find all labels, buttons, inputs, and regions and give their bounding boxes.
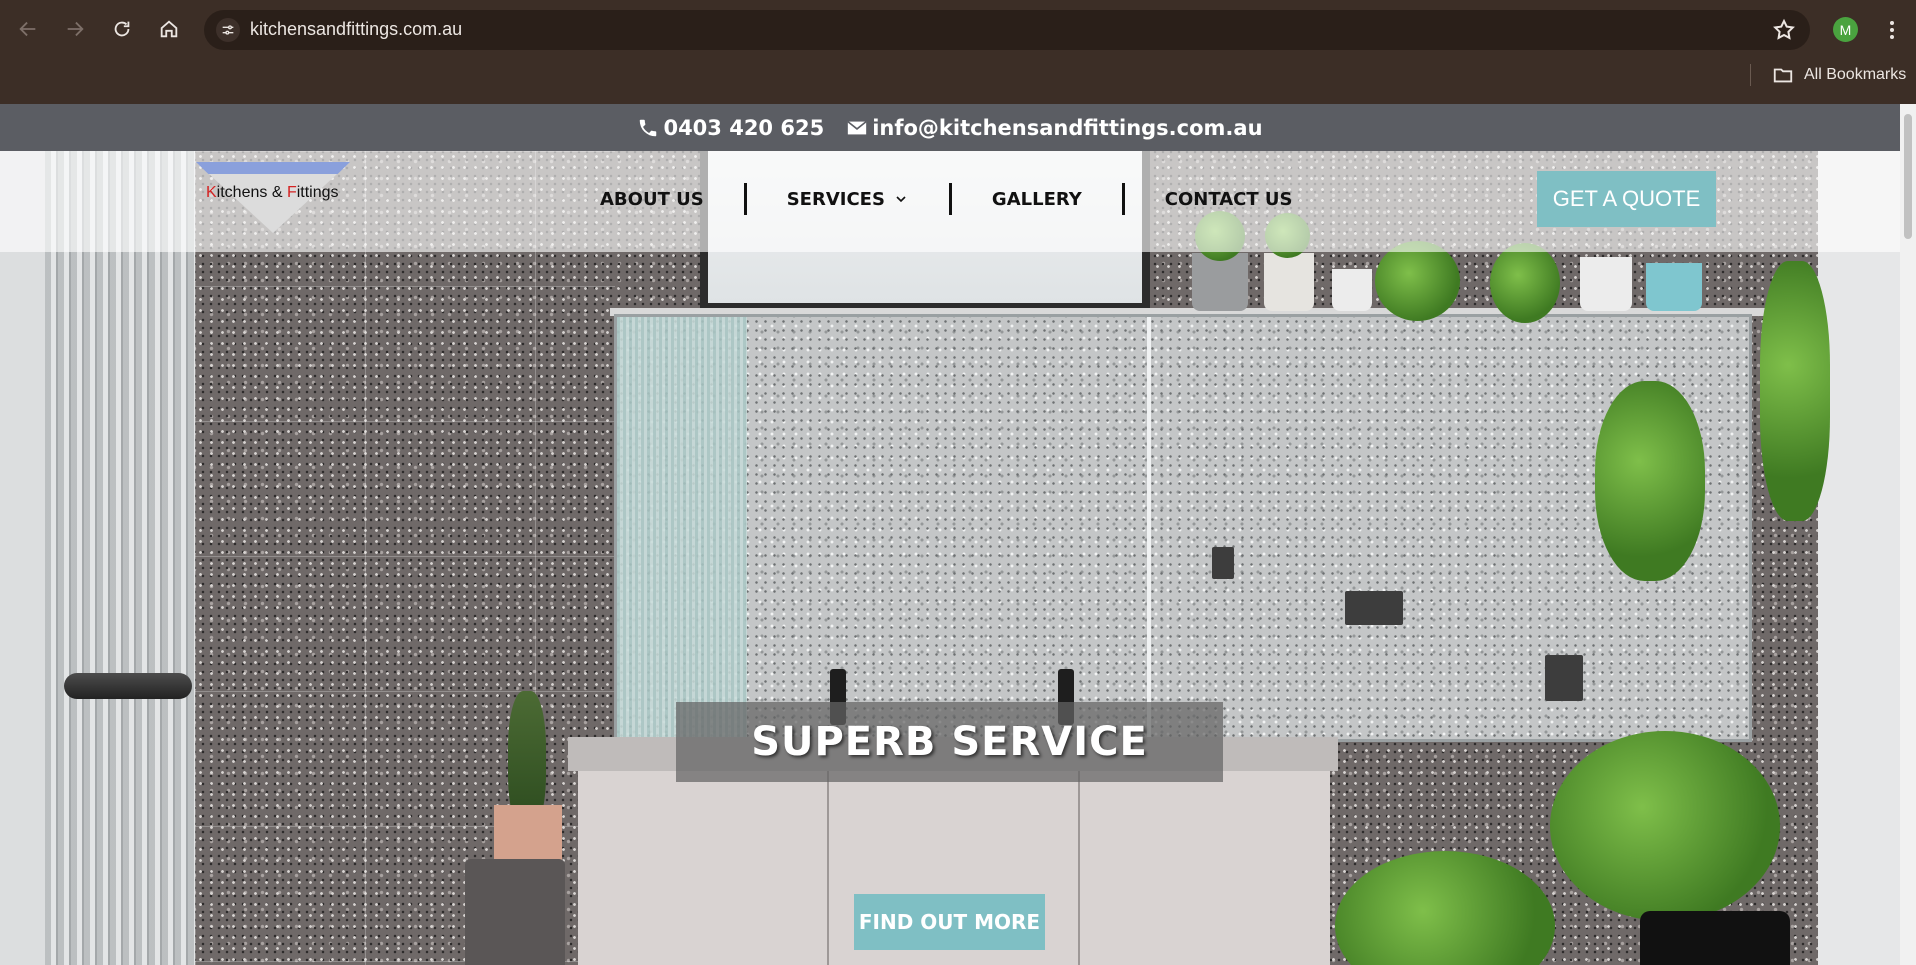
url-text[interactable]: kitchensandfittings.com.au [250,19,462,40]
profile-avatar[interactable]: M [1833,17,1858,42]
forward-icon [67,21,84,37]
nav-about-us[interactable]: ABOUT US [560,189,744,210]
get-a-quote-button[interactable]: GET A QUOTE [1537,171,1716,227]
reload-button[interactable] [104,11,140,47]
bookmark-star-icon[interactable] [1772,18,1796,42]
all-bookmarks-button[interactable]: All Bookmarks [1772,64,1906,86]
stool [465,859,565,965]
home-button[interactable] [151,11,187,47]
site-logo[interactable]: Kitchens & Fittings [196,162,350,233]
nav-contact-us[interactable]: CONTACT US [1125,189,1333,210]
chevron-down-icon [896,196,906,203]
reload-icon [114,21,130,37]
site-header: Kitchens & Fittings ABOUT US SERVICES GA… [0,151,1900,252]
light-switch [1212,547,1234,579]
pot [1580,257,1632,311]
hanging-plant [1760,261,1830,521]
nav-services[interactable]: SERVICES [747,189,949,210]
pot [1332,269,1372,311]
browser-chrome: kitchensandfittings.com.au M All Bookmar… [0,0,1916,104]
nav-gallery[interactable]: GALLERY [952,189,1122,210]
kebab-menu-icon[interactable] [1880,16,1904,44]
find-out-more-button[interactable]: FIND OUT MORE [854,894,1045,950]
wall-switch [1545,655,1583,701]
pot [1192,253,1248,311]
nav-services-label: SERVICES [786,188,885,210]
slide-title: SUPERB SERVICE [676,702,1223,782]
email-address: info@kitchensandfittings.com.au [872,115,1263,140]
scrollbar-thumb[interactable] [1904,114,1912,239]
site-info-icon [222,25,234,35]
floor-plant [1550,731,1780,921]
black-planter [1640,911,1790,965]
address-bar[interactable]: kitchensandfittings.com.au [204,10,1810,50]
hanging-plant [1595,381,1705,581]
back-button[interactable] [10,11,46,47]
phone-icon [640,119,657,136]
hero-slider: Kitchens & Fittings ABOUT US SERVICES GA… [0,151,1900,965]
email-link[interactable]: info@kitchensandfittings.com.au [846,115,1263,140]
pot [1646,263,1702,311]
terracotta-pot [494,805,562,867]
logo-bar [196,162,350,174]
fluted-glass-door [45,151,195,965]
all-bookmarks-label: All Bookmarks [1804,66,1907,83]
page-viewport: 0403 420 625 info@kitchensandfittings.co… [0,104,1900,965]
mirror-reflection [617,317,747,739]
pot [1264,253,1314,311]
envelope-icon [847,120,867,134]
page-scrollbar[interactable] [1900,104,1916,965]
back-icon [19,21,36,37]
phone-link[interactable]: 0403 420 625 [637,116,824,140]
folder-icon [1773,68,1793,83]
plant [1490,243,1560,323]
door-handle [64,673,192,699]
contact-topbar: 0403 420 625 info@kitchensandfittings.co… [0,104,1900,151]
home-icon [160,20,178,38]
power-outlet [1345,591,1403,625]
right-wall [1818,151,1900,965]
bookmarks-divider [1750,64,1751,86]
site-info-button[interactable] [216,18,240,42]
main-nav: ABOUT US SERVICES GALLERY CONTACT US [560,179,1333,219]
plant [1375,241,1460,321]
mirror-seam [1147,317,1151,739]
phone-number: 0403 420 625 [663,115,825,140]
logo-text: Kitchens & Fittings [206,184,339,201]
forward-button[interactable] [57,11,93,47]
